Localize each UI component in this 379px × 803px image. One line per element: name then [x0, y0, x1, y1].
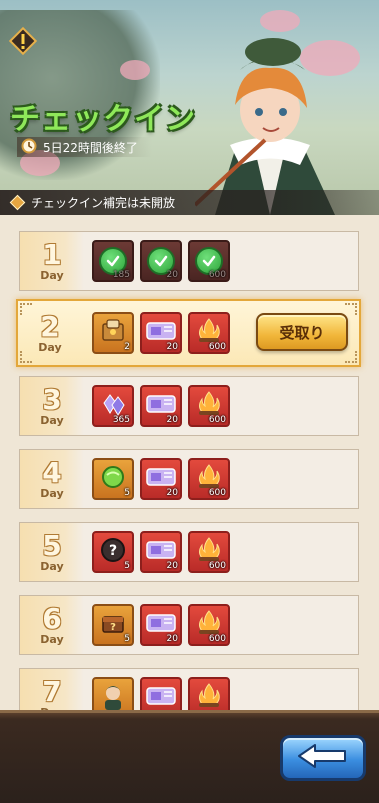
- character-icon: [98, 681, 128, 710]
- corner-ornament: [345, 351, 357, 363]
- day-label: 5 Day: [20, 523, 84, 581]
- reward-item[interactable]: 20: [140, 385, 182, 427]
- day-row-3[interactable]: 3 Day 365 20 600: [19, 376, 359, 436]
- day-row-2[interactable]: 2 Day 2 20 600 受取り: [16, 299, 361, 367]
- reward-item[interactable]: [140, 677, 182, 710]
- day-row-6[interactable]: 6 Day? 5 20 600: [19, 595, 359, 655]
- day-text: Day: [40, 632, 64, 646]
- day-number: 1: [42, 237, 62, 271]
- reward-item[interactable]: 20: [140, 240, 182, 282]
- day-number: 2: [40, 309, 60, 343]
- item-quantity: 20: [166, 342, 178, 352]
- item-quantity: 20: [166, 634, 178, 644]
- diamond-icon: [9, 194, 26, 211]
- reward-item[interactable]: ? 5: [92, 531, 134, 573]
- reward-item[interactable]: 600: [188, 240, 230, 282]
- reward-item[interactable]: 2: [92, 312, 134, 354]
- blossom-decoration: [120, 60, 150, 80]
- item-quantity: 5: [124, 488, 130, 498]
- item-quantity: 2: [124, 342, 130, 352]
- day-row-4[interactable]: 4 Day 5 20 600: [19, 449, 359, 509]
- day-number: 5: [42, 528, 62, 562]
- reward-item[interactable]: 600: [188, 604, 230, 646]
- item-quantity: 600: [208, 415, 226, 425]
- back-button[interactable]: [280, 735, 366, 781]
- day-text: Day: [40, 559, 64, 573]
- back-arrow-icon: [297, 743, 349, 773]
- day-number: 7: [42, 674, 62, 708]
- day-text: Day: [40, 413, 64, 427]
- day-row-5[interactable]: 5 Day? 5 20 600: [19, 522, 359, 582]
- item-quantity: 185: [112, 270, 130, 280]
- day-label: 3 Day: [20, 377, 84, 435]
- reward-items: 185 20 600: [92, 232, 230, 290]
- day-label: 7Day: [20, 669, 84, 710]
- day-label: 1 Day: [20, 232, 84, 290]
- reward-items: 2 20 600: [92, 301, 230, 365]
- reward-items: 5 20 600: [92, 450, 230, 508]
- day-text: Day: [40, 486, 64, 500]
- day-number: 6: [42, 601, 62, 635]
- page-title: チェックイン: [10, 102, 196, 137]
- item-quantity: 5: [124, 561, 130, 571]
- reward-item[interactable]: [92, 677, 134, 710]
- item-quantity: 5: [124, 634, 130, 644]
- day-row-7[interactable]: 7Day: [19, 668, 359, 710]
- reward-item[interactable]: 600: [188, 458, 230, 500]
- day-label: 4 Day: [20, 450, 84, 508]
- day-row-1[interactable]: 1 Day 185 20 600: [19, 231, 359, 291]
- reward-item[interactable]: 20: [140, 531, 182, 573]
- reward-items: ? 5 20 600: [92, 523, 230, 581]
- reward-item[interactable]: [188, 677, 230, 710]
- reward-item[interactable]: 600: [188, 312, 230, 354]
- item-quantity: 365: [112, 415, 130, 425]
- item-quantity: 600: [208, 488, 226, 498]
- timer-text: 5日22時間後終了: [43, 140, 138, 155]
- claim-button[interactable]: 受取り: [256, 313, 348, 351]
- reward-items: 365 20 600: [92, 377, 230, 435]
- campfire-icon: [194, 681, 224, 710]
- bottom-bar: [0, 710, 379, 803]
- reward-items: [92, 669, 230, 710]
- notice-bar: チェックイン補完は未開放: [0, 190, 379, 215]
- warning-icon[interactable]: [8, 26, 38, 56]
- item-quantity: 20: [166, 561, 178, 571]
- ticket-icon: [145, 685, 177, 710]
- item-quantity: 20: [166, 415, 178, 425]
- blossom-decoration: [260, 10, 300, 32]
- clock-icon: [21, 138, 37, 157]
- item-quantity: 20: [166, 270, 178, 280]
- event-timer: 5日22時間後終了: [17, 137, 152, 157]
- day-label: 6 Day: [20, 596, 84, 654]
- reward-items: ? 5 20 600: [92, 596, 230, 654]
- character-artwork: [195, 38, 335, 215]
- reward-item[interactable]: 5: [92, 458, 134, 500]
- reward-item[interactable]: 365: [92, 385, 134, 427]
- svg-text:?: ?: [109, 543, 117, 559]
- svg-text:?: ?: [110, 622, 116, 633]
- event-banner: チェックイン 5日22時間後終了 チェックイン補完は未開放: [0, 0, 379, 215]
- reward-item[interactable]: 20: [140, 604, 182, 646]
- reward-item[interactable]: 20: [140, 312, 182, 354]
- day-number: 3: [42, 382, 62, 416]
- corner-ornament: [20, 303, 32, 315]
- item-quantity: 20: [166, 488, 178, 498]
- day-text: Day: [38, 340, 62, 354]
- corner-ornament: [20, 351, 32, 363]
- reward-item[interactable]: 185: [92, 240, 134, 282]
- item-quantity: 600: [208, 634, 226, 644]
- checkin-day-list[interactable]: 1 Day 185 20 600 2 Day 2 20 600 受取り 3 Day 365 20 600 4 Da…: [0, 215, 379, 710]
- item-quantity: 600: [208, 561, 226, 571]
- day-text: Day: [40, 268, 64, 282]
- notice-text: チェックイン補完は未開放: [31, 196, 176, 210]
- reward-item[interactable]: 20: [140, 458, 182, 500]
- reward-item[interactable]: ? 5: [92, 604, 134, 646]
- day-number: 4: [42, 455, 62, 489]
- item-quantity: 600: [208, 270, 226, 280]
- corner-ornament: [345, 303, 357, 315]
- reward-item[interactable]: 600: [188, 385, 230, 427]
- item-quantity: 600: [208, 342, 226, 352]
- reward-item[interactable]: 600: [188, 531, 230, 573]
